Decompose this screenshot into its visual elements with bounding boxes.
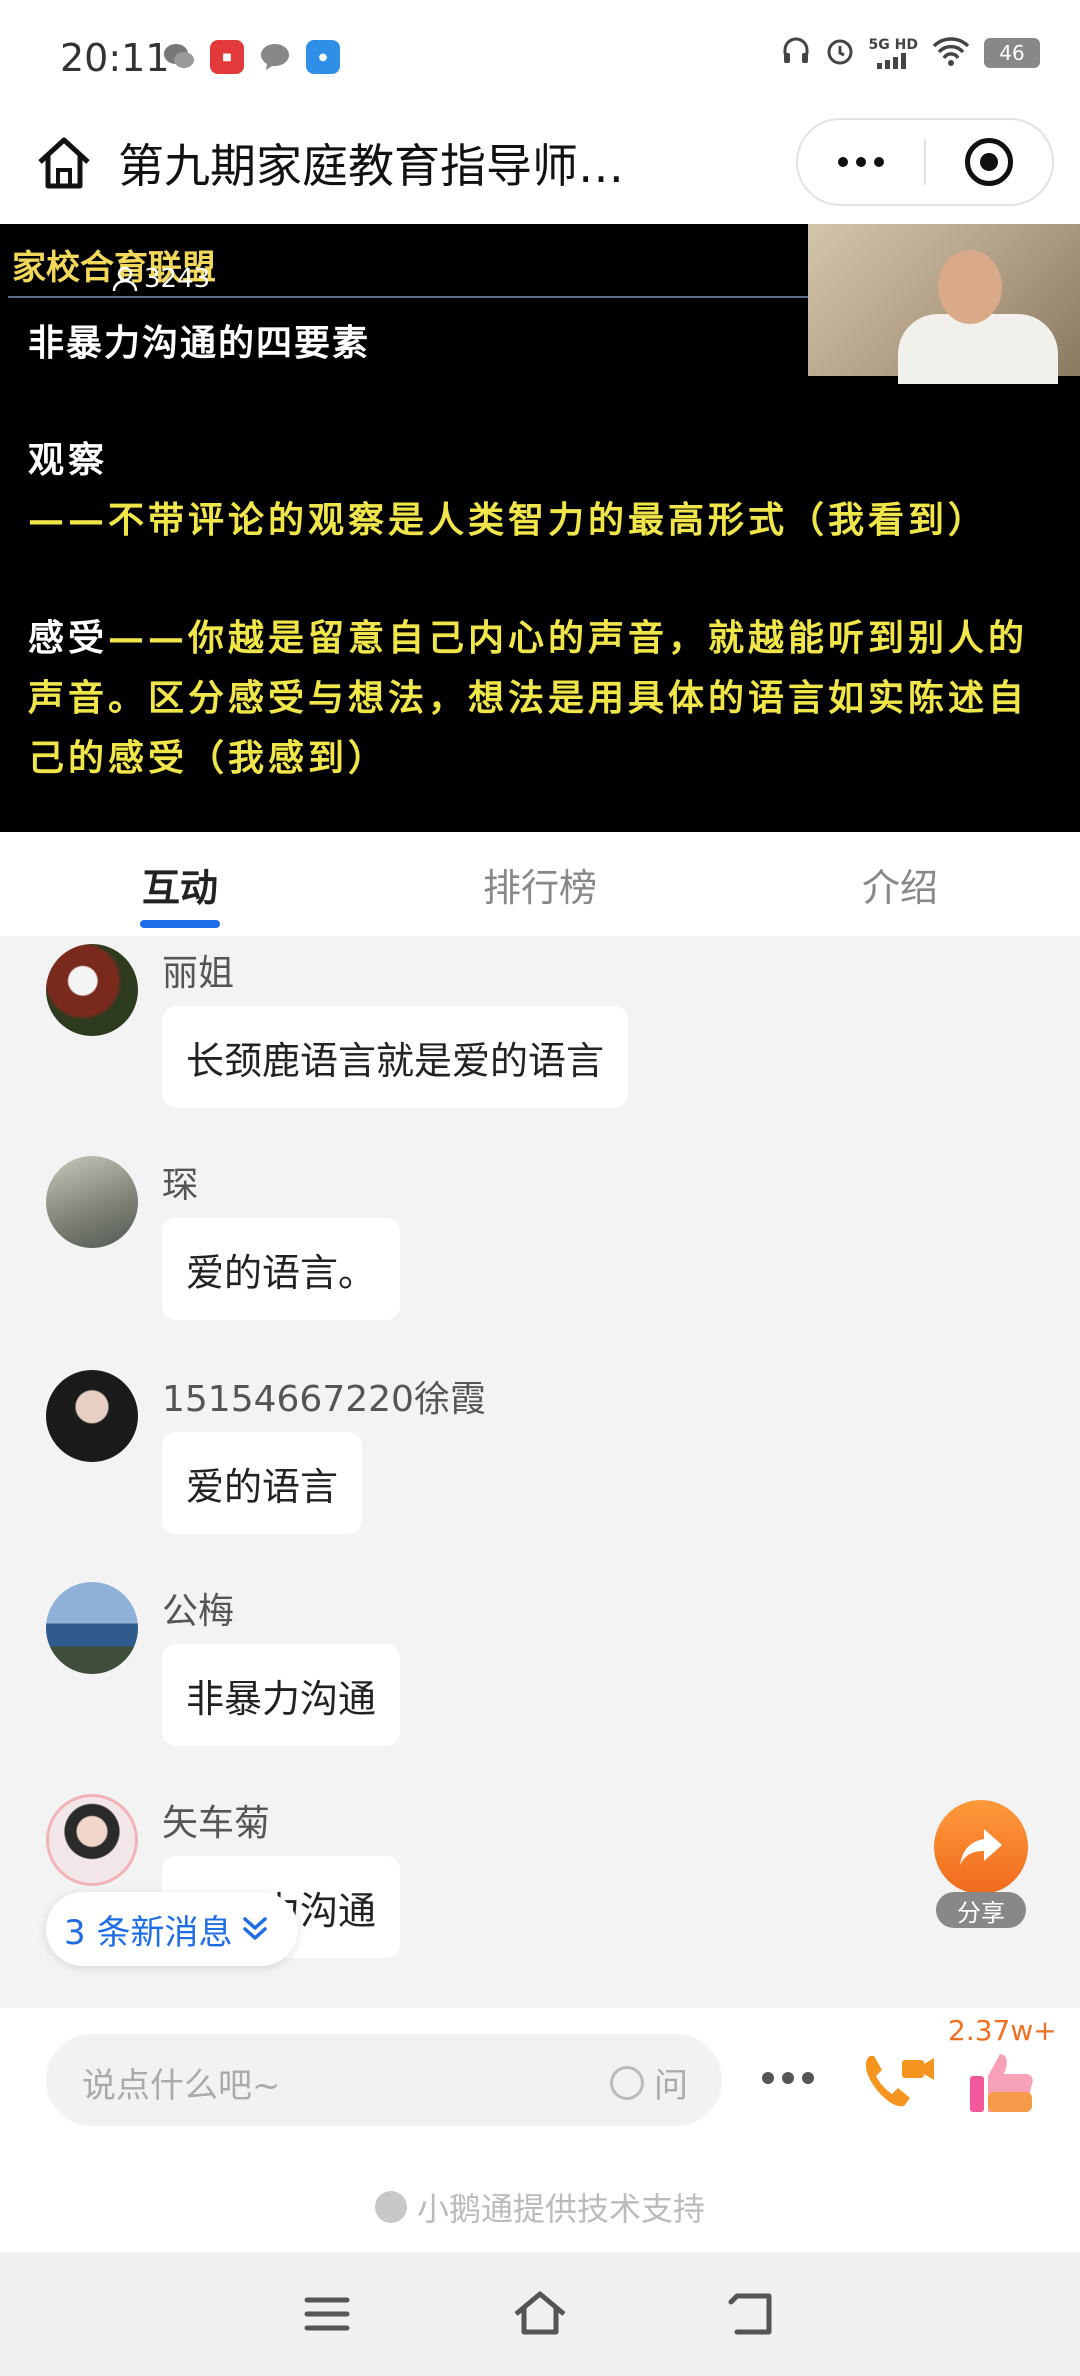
slide-text: ——不带评论的观察是人类智力的最高形式（我看到） xyxy=(28,499,989,541)
slide-paragraph-observe: 观察 ——不带评论的观察是人类智力的最高形式（我看到） xyxy=(28,430,1058,550)
live-video[interactable]: 家校合育联盟 3243 非暴力沟通的四要素 观察——不带评论的观察是人类智力的最… xyxy=(0,224,1080,832)
avatar[interactable] xyxy=(46,1370,138,1462)
new-messages-label: 3 条新消息 xyxy=(64,1912,233,1953)
close-button[interactable] xyxy=(926,120,1052,204)
username: 公梅 xyxy=(162,1591,235,1632)
more-button[interactable] xyxy=(798,120,924,204)
back-icon[interactable] xyxy=(723,2284,783,2344)
message-icon xyxy=(258,40,292,74)
alarm-icon xyxy=(825,36,855,70)
tab-bar: 互动 排行榜 介绍 xyxy=(0,832,1080,936)
thumbs-up-icon[interactable] xyxy=(966,2048,1036,2118)
slide-paragraph-feel: 感受——你越是留意自己内心的声音，就越能听到别人的声音。区分感受与想法，想法是用… xyxy=(28,608,1058,788)
call-icon[interactable] xyxy=(856,2046,936,2116)
signal-icon: 5G HD xyxy=(869,37,918,69)
page-title: 第九期家庭教育指导师… xyxy=(118,139,624,193)
mini-program-capsule xyxy=(796,118,1054,206)
message-bubble[interactable]: 爱的语言 xyxy=(162,1432,363,1534)
target-icon xyxy=(964,138,1013,186)
tab-intro[interactable]: 介绍 xyxy=(720,832,1080,936)
like-count: 2.37w+ xyxy=(948,2014,1057,2047)
powered-by: 小鹅通提供技术支持 xyxy=(0,2184,1080,2230)
powered-by-text: 小鹅通提供技术支持 xyxy=(416,2190,705,2228)
person-icon xyxy=(112,266,138,292)
slide-label: 感受 xyxy=(28,617,109,659)
status-right: 5G HD 46 xyxy=(781,36,1040,70)
message-bubble[interactable]: 长颈鹿语言就是爱的语言 xyxy=(162,1006,629,1108)
avatar[interactable] xyxy=(46,944,138,1036)
xiaoetong-logo-icon xyxy=(374,2191,407,2223)
home-icon[interactable] xyxy=(32,132,96,196)
network-label: 5G HD xyxy=(868,37,918,53)
ask-toggle[interactable]: 问 xyxy=(610,2058,688,2107)
username: 琛 xyxy=(162,1165,199,1206)
viewer-count-value: 3243 xyxy=(144,264,211,294)
notification-icons: ■ ● xyxy=(162,40,340,74)
comment-placeholder: 说点什么吧~ xyxy=(82,2066,281,2106)
double-chevron-down-icon xyxy=(243,1917,268,1940)
system-nav-bar xyxy=(0,2252,1080,2376)
slide-title: 非暴力沟通的四要素 xyxy=(28,322,371,364)
chat-message: 15154667220徐霞 爱的语言 xyxy=(0,1362,1080,1576)
app-icon: ■ xyxy=(210,40,244,74)
chat-message: 丽姐 长颈鹿语言就是爱的语言 xyxy=(0,936,1080,1150)
menu-icon[interactable] xyxy=(297,2284,357,2344)
username: 丽姐 xyxy=(162,953,235,994)
viewer-count: 3243 xyxy=(112,264,210,294)
input-bar: 说点什么吧~ 问 2.37w+ 小鹅通提供技术支持 xyxy=(0,2008,1080,2252)
slide-text: ——你越是留意自己内心的声音，就越能听到别人的声音。区分感受与想法，想法是用具体… xyxy=(28,617,1029,779)
username: 矢车菊 xyxy=(162,1803,271,1844)
home-nav-icon[interactable] xyxy=(510,2284,570,2344)
ask-label: 问 xyxy=(654,2066,688,2106)
new-messages-button[interactable]: 3 条新消息 xyxy=(46,1892,299,1966)
logo-divider xyxy=(8,296,808,298)
status-time: 20:11 xyxy=(60,36,170,80)
radio-icon xyxy=(610,2065,644,2100)
avatar[interactable] xyxy=(46,1794,138,1886)
wechat-icon xyxy=(162,40,196,74)
message-bubble[interactable]: 非暴力沟通 xyxy=(162,1644,401,1746)
slide-label: 观察 xyxy=(28,439,109,481)
avatar[interactable] xyxy=(46,1156,138,1248)
title-bar: 第九期家庭教育指导师… xyxy=(0,112,1080,224)
username: 15154667220徐霞 xyxy=(162,1379,486,1420)
message-bubble[interactable]: 爱的语言。 xyxy=(162,1218,401,1320)
battery-icon: 46 xyxy=(984,38,1040,68)
tab-ranking[interactable]: 排行榜 xyxy=(360,832,720,936)
headphones-icon xyxy=(781,36,811,70)
share-icon xyxy=(934,1800,1028,1894)
share-button[interactable]: 分享 xyxy=(934,1800,1030,1930)
chat-list[interactable]: 丽姐 长颈鹿语言就是爱的语言 琛 爱的语言。 15154667220徐霞 爱的语… xyxy=(0,936,1080,2008)
chat-message: 公梅 非暴力沟通 xyxy=(0,1574,1080,1788)
more-options-button[interactable] xyxy=(762,2072,814,2084)
presenter-camera[interactable] xyxy=(808,224,1080,384)
battery-level: 46 xyxy=(999,41,1025,65)
comment-input[interactable]: 说点什么吧~ 问 xyxy=(46,2034,722,2126)
avatar[interactable] xyxy=(46,1582,138,1674)
app-icon: ● xyxy=(306,40,340,74)
status-bar: 20:11 ■ ● 5G HD 46 xyxy=(0,0,1080,112)
chat-message: 琛 爱的语言。 xyxy=(0,1148,1080,1362)
share-label: 分享 xyxy=(936,1892,1026,1928)
wifi-icon xyxy=(932,36,970,70)
tab-interaction[interactable]: 互动 xyxy=(0,832,360,936)
